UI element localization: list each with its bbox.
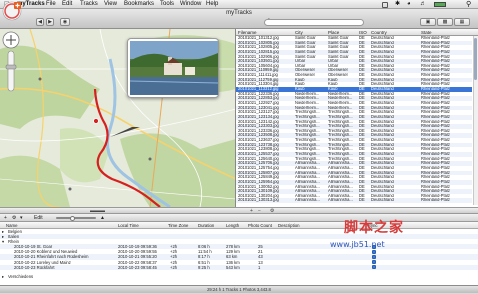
zoom-slider-knob[interactable] xyxy=(70,215,75,221)
menu-help[interactable]: Help xyxy=(206,0,218,9)
battery-icon[interactable] xyxy=(434,2,446,7)
track-cell: +2h xyxy=(170,264,178,270)
table-scroll-thumb[interactable] xyxy=(474,38,477,80)
menu-tracks[interactable]: Tracks xyxy=(80,0,98,9)
title-bar: myTracks ◀ ▶ ◉ ⚲ ▣ ▩ ▦ xyxy=(0,9,478,29)
back-button[interactable]: ◀ xyxy=(36,18,44,26)
col-length[interactable]: Length xyxy=(226,222,239,229)
table-cell: Allmannsha... xyxy=(295,198,320,203)
zoom-slider[interactable] xyxy=(56,217,96,219)
col-filename[interactable]: Filename xyxy=(238,29,257,36)
col-description[interactable]: Description xyxy=(278,222,300,229)
col-city[interactable]: City xyxy=(295,29,303,36)
spotlight-icon[interactable]: ⚲ xyxy=(466,0,471,9)
col-photo-count[interactable]: Photo Count xyxy=(248,222,272,229)
tracks-grid-body: ▸ Belgien ▸ Italien ▾ Rhein 2010-10-19 S… xyxy=(0,229,478,285)
track-cell: 2010-10-23 09:58:45 xyxy=(118,264,157,270)
table-cell: Deutschland xyxy=(371,198,394,203)
photo-table[interactable]: Filename City Place ISO Country State 20… xyxy=(236,29,478,207)
watermark-text: 脚本之家 xyxy=(344,220,404,236)
menu-window[interactable]: Window xyxy=(180,0,201,9)
map-status-bar: ▬▬▬ + − ⚙ xyxy=(0,207,478,214)
col-state[interactable]: State xyxy=(421,29,432,36)
photo-thumbnail xyxy=(130,41,218,95)
disclosure-icon[interactable]: ▸ xyxy=(2,274,4,279)
menu-edit[interactable]: Edit xyxy=(62,0,72,9)
group-name: Verschiedens xyxy=(8,273,34,279)
screen-icon[interactable] xyxy=(382,1,388,8)
menu-tools[interactable]: Tools xyxy=(160,0,174,9)
camera-icon[interactable]: ◉ xyxy=(60,18,70,26)
track-cell: 1 xyxy=(258,264,261,270)
group-row[interactable]: ▸ Verschiedens xyxy=(0,274,478,279)
track-cell: 9:25 h xyxy=(198,264,210,270)
zoom-plus-icon[interactable] xyxy=(3,31,20,48)
track-row[interactable]: 2010-10-23 Rückfahrt 2010-10-23 09:58:45 +… xyxy=(0,264,478,270)
sync-checkbox[interactable] xyxy=(372,249,376,254)
table-row[interactable]: 20101021_130313.jpg Allmannsha... Allmanns… xyxy=(236,198,472,204)
col-local-time[interactable]: Local Time xyxy=(118,222,139,229)
tracks-menu-icon[interactable]: ▾ xyxy=(20,214,23,222)
tracks-toolbar: + ⚙ ▾ Edit ▲ xyxy=(0,214,478,222)
status-bar: 29:24 h 1 Tracks 1 Photos 3,443.8 xyxy=(0,285,478,293)
photo-popup[interactable] xyxy=(127,38,219,98)
sync-checkbox[interactable] xyxy=(372,265,376,270)
edit-button[interactable]: Edit xyxy=(34,214,43,222)
watermark-url: www.jb51.net xyxy=(330,240,385,249)
col-time-zone[interactable]: Time Zone xyxy=(168,222,188,229)
sync-checkbox[interactable] xyxy=(372,254,376,259)
menu-view[interactable]: View xyxy=(104,0,117,9)
col-name[interactable]: Name xyxy=(6,222,17,229)
film-icon[interactable]: ▩ xyxy=(437,18,453,26)
photo-view-button[interactable]: ▣ xyxy=(420,18,436,26)
col-country[interactable]: Country xyxy=(371,29,387,36)
zoom-in-icon[interactable]: ▲ xyxy=(100,214,105,222)
grid-view-button[interactable]: ▦ xyxy=(454,18,470,26)
app-badge-icon xyxy=(2,1,22,21)
table-cell: Rheinland-Pfalz xyxy=(421,198,450,203)
menu-bookmarks[interactable]: Bookmarks xyxy=(124,0,154,9)
table-cell: Allmannsha... xyxy=(328,198,353,203)
menu-bar:  myTracks File Edit Tracks View Bookmar… xyxy=(0,0,478,9)
table-body: 20101021_101312.jpg Sankt Goar Sankt Goar D… xyxy=(236,36,472,204)
col-duration[interactable]: Duration xyxy=(198,222,214,229)
tracks-grid-header: Name Local Time Time Zone Duration Lengt… xyxy=(0,222,478,229)
search-input[interactable] xyxy=(264,19,364,26)
table-cell: 20101021_130313.jpg xyxy=(238,198,279,203)
wifi-icon[interactable]: ◕ xyxy=(407,0,411,9)
zoom-minus-icon[interactable] xyxy=(5,65,17,71)
track-cell: 543 km xyxy=(226,264,240,270)
table-cell: DE xyxy=(359,198,365,203)
col-place[interactable]: Place xyxy=(328,29,339,36)
sync-checkbox[interactable] xyxy=(372,260,376,265)
gear-icon[interactable]: ⚙ xyxy=(12,214,16,222)
col-iso[interactable]: ISO xyxy=(359,29,367,36)
menu-file[interactable]: File xyxy=(46,0,56,9)
track-cell: 2010-10-23 Rückfahrt xyxy=(14,264,55,270)
table-header: Filename City Place ISO Country State xyxy=(236,29,478,36)
forward-button[interactable]: ▶ xyxy=(46,18,54,26)
bluetooth-icon[interactable]: ✱ xyxy=(395,0,400,9)
add-track-icon[interactable]: + xyxy=(4,214,7,222)
volume-icon[interactable]: ♬ xyxy=(420,0,426,9)
window-title: myTracks xyxy=(226,10,252,16)
